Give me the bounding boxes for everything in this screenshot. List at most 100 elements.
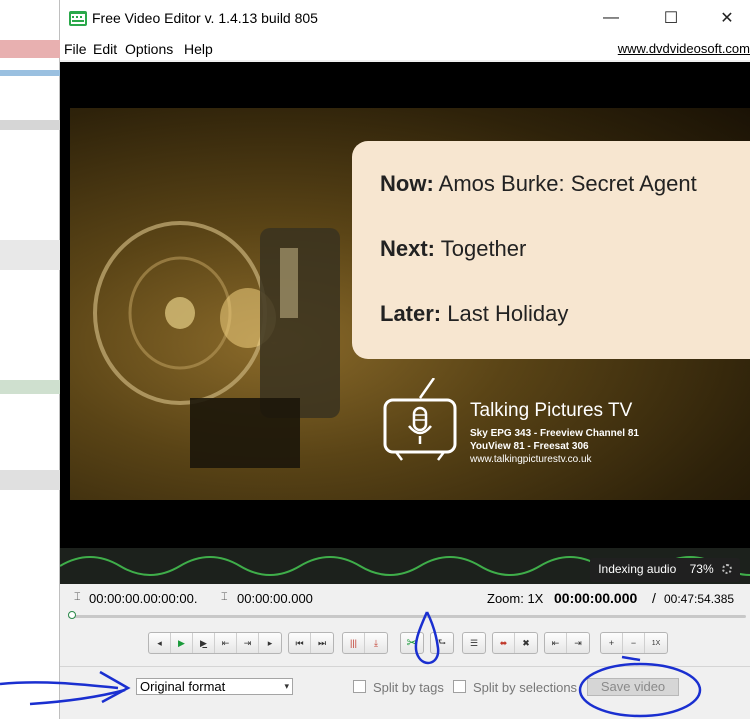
time-bar: ⌶ 00:00:00.00:00:00. ⌶ 00:00:00.000 Zoom… <box>60 584 750 612</box>
go-selection-start-icon: ⇤ <box>551 637 560 648</box>
rotate-group: ⮑ <box>430 632 454 654</box>
invert-selection-button[interactable]: ⬌ <box>493 633 515 653</box>
selection-end-time[interactable]: 00:00:00.000 <box>237 591 313 606</box>
zoom-out-icon: − <box>630 638 637 648</box>
split-marker-button[interactable]: ||| <box>343 633 365 653</box>
jump-start-icon: ⏮ <box>295 637 304 648</box>
add-marker-icon: ⤓ <box>374 637 378 648</box>
logo-line-1: Sky EPG 343 - Freeview Channel 81 <box>470 428 639 439</box>
delete-selection-icon: ✖ <box>522 637 530 648</box>
website-link[interactable]: www.dvdvideosoft.com <box>618 41 750 56</box>
rotate-icon: ⮑ <box>437 637 447 647</box>
invert-selection-icon: ⬌ <box>499 637 508 648</box>
navigate-group: ⇤ ⇥ <box>544 632 590 654</box>
play-selection-button[interactable]: ▶̲ <box>193 633 215 653</box>
play-button[interactable]: ▶ <box>171 633 193 653</box>
talking-pictures-logo-icon <box>383 378 457 461</box>
prev-frame-button[interactable]: ⇤ <box>215 633 237 653</box>
indexing-status: Indexing audio 73% <box>590 558 740 582</box>
app-window: Free Video Editor v. 1.4.13 build 805 — … <box>60 0 750 719</box>
output-format-select[interactable]: Original format ▾ <box>136 678 293 695</box>
prev-frame-icon: ⇤ <box>221 637 230 648</box>
menu-file[interactable]: File <box>64 41 87 57</box>
marker-group: ||| ⤓ <box>342 632 388 654</box>
video-frame: Now: Amos Burke: Secret Agent Next: Toge… <box>70 108 750 500</box>
next-frame-icon: ⇥ <box>243 637 252 648</box>
split-by-selections-label: Split by selections <box>473 680 578 695</box>
background-window-strip <box>0 0 60 719</box>
now-value: Amos Burke: Secret Agent <box>438 171 697 196</box>
go-selection-end-button[interactable]: ⇥ <box>567 633 589 653</box>
play-selection-icon: ▶̲ <box>200 637 207 648</box>
later-value: Last Holiday <box>447 301 569 326</box>
seek-track <box>68 615 746 618</box>
split-by-selections-checkbox[interactable] <box>453 680 466 693</box>
maximize-icon: ☐ <box>663 10 679 27</box>
logo-name: Talking Pictures TV <box>470 400 633 421</box>
menu-bar: File Edit Options Help www.dvdvideosoft.… <box>60 36 750 60</box>
zoom-out-button[interactable]: − <box>623 633 645 653</box>
close-button[interactable]: ✕ <box>704 0 750 36</box>
play-icon: ▶ <box>178 637 185 648</box>
cut-button[interactable]: ✂ <box>401 633 423 653</box>
bottom-bar: Original format ▾ Split by tags Split by… <box>60 666 750 719</box>
projector-image <box>93 221 340 468</box>
later-label: Later: <box>380 301 442 326</box>
adjust-button[interactable]: ☰ <box>463 633 485 653</box>
zoom-reset-button[interactable]: 1X <box>645 633 667 653</box>
selection-group: ⬌ ✖ <box>492 632 538 654</box>
app-icon <box>69 11 87 26</box>
seek-slider[interactable] <box>68 611 746 620</box>
now-label: Now: <box>380 171 434 196</box>
rotate-button[interactable]: ⮑ <box>431 633 453 653</box>
logo-line-3: www.talkingpicturestv.co.uk <box>470 454 592 465</box>
output-format-value: Original format <box>140 679 226 694</box>
dropdown-arrow-icon: ▾ <box>284 681 289 691</box>
adjust-group: ☰ <box>462 632 486 654</box>
jump-group: ⏮ ⏭ <box>288 632 334 654</box>
now-next-panel: Now: Amos Burke: Secret Agent Next: Toge… <box>352 141 750 359</box>
minimize-button[interactable]: — <box>588 0 634 36</box>
zoom-in-button[interactable]: + <box>601 633 623 653</box>
jump-start-button[interactable]: ⏮ <box>289 633 311 653</box>
playback-group: ◂ ▶ ▶̲ ⇤ ⇥ ▸ <box>148 632 282 654</box>
selection-start-time[interactable]: 00:00:00.00:00:00. <box>89 591 197 606</box>
cut-group: ✂ <box>400 632 424 654</box>
jump-end-button[interactable]: ⏭ <box>311 633 333 653</box>
minimize-icon: — <box>603 9 619 26</box>
indexing-percent: 73% <box>689 562 714 576</box>
go-selection-end-icon: ⇥ <box>574 637 582 648</box>
editor-toolbar: ◂ ▶ ▶̲ ⇤ ⇥ ▸ ⏮ ⏭ ||| ⤓ ✂ ⮑ ☰ ⬌ ✖ ⇤ ⇥ + −… <box>60 632 750 654</box>
scissors-icon: ✂ <box>406 635 418 650</box>
maximize-button[interactable]: ☐ <box>648 0 694 36</box>
delete-selection-button[interactable]: ✖ <box>515 633 537 653</box>
indexing-text: Indexing audio <box>598 562 677 576</box>
step-forward-button[interactable]: ▸ <box>259 633 281 653</box>
video-preview[interactable]: Now: Amos Burke: Secret Agent Next: Toge… <box>60 62 750 548</box>
go-selection-start-button[interactable]: ⇤ <box>545 633 567 653</box>
next-value: Together <box>440 236 527 261</box>
add-marker-button[interactable]: ⤓ <box>365 633 387 653</box>
menu-edit[interactable]: Edit <box>93 41 117 57</box>
next-label: Next: <box>380 236 436 261</box>
next-frame-button[interactable]: ⇥ <box>237 633 259 653</box>
window-title: Free Video Editor v. 1.4.13 build 805 <box>92 10 318 26</box>
spinner-icon <box>722 564 732 574</box>
split-by-tags-checkbox[interactable] <box>353 680 366 693</box>
seek-thumb[interactable] <box>68 611 76 619</box>
zoom-reset-label: 1X <box>651 639 661 647</box>
step-forward-icon: ▸ <box>267 637 273 648</box>
audio-waveform[interactable]: Indexing audio 73% <box>60 548 750 584</box>
menu-options[interactable]: Options <box>125 41 173 57</box>
selection-start-icon: ⌶ <box>74 591 81 603</box>
step-back-button[interactable]: ◂ <box>149 633 171 653</box>
title-bar: Free Video Editor v. 1.4.13 build 805 — … <box>60 0 750 36</box>
split-marker-icon: ||| <box>349 638 357 648</box>
save-video-button[interactable]: Save video <box>587 678 679 696</box>
time-separator: / <box>652 590 656 606</box>
split-by-tags-label: Split by tags <box>373 680 444 695</box>
logo-line-2: YouView 81 - Freesat 306 <box>470 441 589 452</box>
menu-help[interactable]: Help <box>184 41 213 57</box>
selection-end-icon: ⌶ <box>221 591 228 603</box>
close-icon: ✕ <box>720 10 734 27</box>
